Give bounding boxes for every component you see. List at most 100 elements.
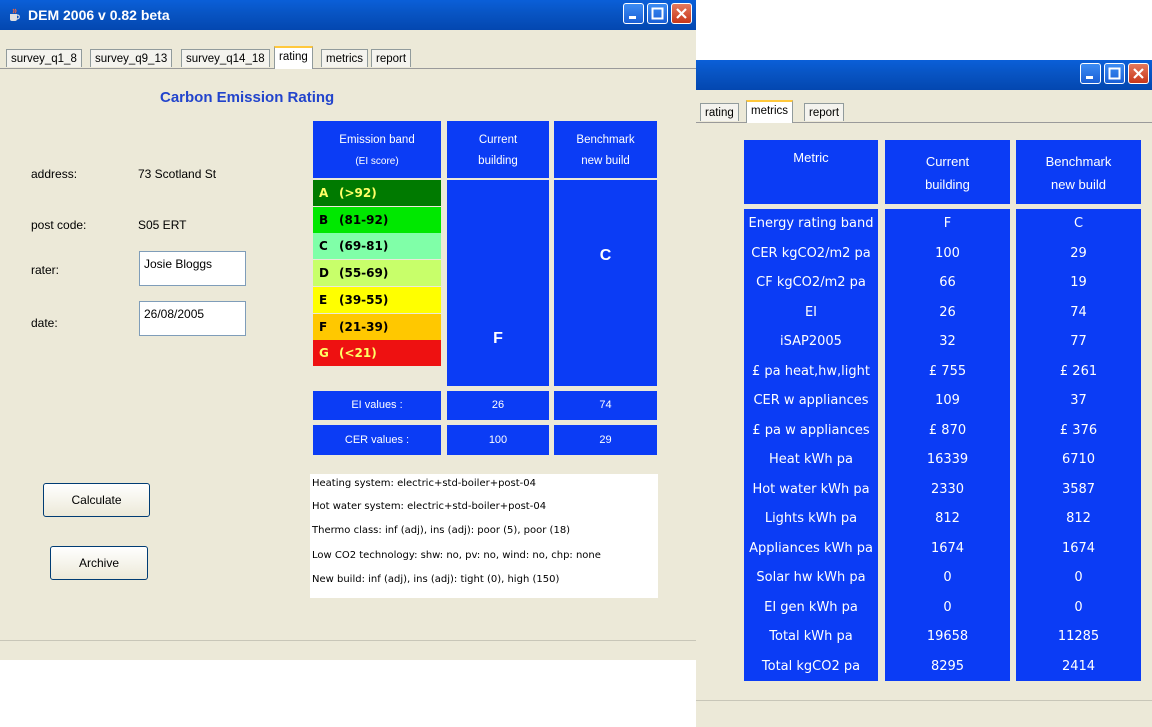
postcode-label: post code: xyxy=(31,218,87,232)
metrics-window-title-bar[interactable] xyxy=(696,60,1152,90)
current-header-line-1: Current xyxy=(478,134,518,146)
ei-values-label: EI values : xyxy=(313,391,441,420)
minimize-button[interactable] xyxy=(623,3,644,24)
current-header-line-2: building xyxy=(925,177,970,192)
rating-bottom-divider xyxy=(0,640,696,641)
calculate-button[interactable]: Calculate xyxy=(43,483,150,517)
metric-current-value: 2330 xyxy=(930,481,965,497)
current-building-header: Current building xyxy=(447,121,549,178)
current-rating-letter: F xyxy=(493,330,503,347)
band-range: (81-92) xyxy=(339,212,389,227)
metric-name: CER w appliances xyxy=(753,393,869,408)
hot-water-system-text: Hot water system: electric+std-boiler+po… xyxy=(312,501,547,512)
metric-header: Metric xyxy=(744,140,878,204)
metric-name: Total kgCO2 pa xyxy=(761,658,861,674)
tab-metrics[interactable]: metrics xyxy=(321,49,369,67)
rating-window-title-bar[interactable]: DEM 2006 v 0.82 beta xyxy=(0,0,696,30)
emission-band-header-line-2: (EI score) xyxy=(355,156,399,167)
metric-benchmark-value: 77 xyxy=(1070,334,1087,349)
band-letter: E xyxy=(319,292,328,307)
metric-name: Lights kWh pa xyxy=(764,511,858,526)
current-header-line-2: building xyxy=(478,155,518,167)
metric-benchmark-value: 1674 xyxy=(1061,540,1096,556)
metric-name: Energy rating band xyxy=(748,216,874,231)
metric-column-header: Metric xyxy=(793,150,829,165)
metric-benchmark-value: 0 xyxy=(1074,599,1083,615)
metric-name: EI gen kWh pa xyxy=(764,599,858,615)
benchmark-header: Benchmark new build xyxy=(1016,140,1141,204)
tab-rating[interactable]: rating xyxy=(700,103,739,121)
tab-survey-q1-8[interactable]: survey_q1_8 xyxy=(6,49,82,67)
tab-survey-q9-13[interactable]: survey_q9_13 xyxy=(90,49,173,67)
tab-survey-q14-18[interactable]: survey_q14_18 xyxy=(181,49,270,67)
emission-band-c: C (69-81) xyxy=(313,233,441,260)
address-value: 73 Scotland St xyxy=(138,167,217,181)
band-range: (<21) xyxy=(339,346,377,361)
metric-name: CER kgCO2/m2 pa xyxy=(751,245,871,261)
metric-benchmark-value: 37 xyxy=(1070,393,1087,408)
benchmark-header-line-1: Benchmark xyxy=(1045,154,1112,169)
metric-name: Heat kWh pa xyxy=(769,452,853,467)
metrics-window-tabs: rating metrics report xyxy=(696,100,1152,123)
page-title: Carbon Emission Rating xyxy=(160,89,335,106)
band-range: (21-39) xyxy=(339,319,389,334)
band-range: (69-81) xyxy=(339,239,389,254)
close-button[interactable] xyxy=(1128,63,1149,84)
metrics-bottom-divider xyxy=(696,700,1152,701)
metric-current-value: 109 xyxy=(935,393,960,408)
date-label: date: xyxy=(31,316,58,330)
rater-input[interactable]: Josie Bloggs xyxy=(139,251,246,286)
benchmark-header-line-1: Benchmark xyxy=(576,134,635,146)
minimize-button[interactable] xyxy=(1080,63,1101,84)
band-range: (55-69) xyxy=(339,266,389,281)
java-cup-icon xyxy=(10,8,20,21)
building-summary-panel: Heating system: electric+std-boiler+post… xyxy=(310,474,658,598)
benchmark-header: Benchmark new build xyxy=(554,121,657,178)
metric-current-value: 0 xyxy=(943,599,952,615)
rating-window-tabs: survey_q1_8 survey_q9_13 survey_q14_18 r… xyxy=(0,46,696,69)
metric-name: CF kgCO2/m2 pa xyxy=(756,275,866,290)
current-rating-cell: F xyxy=(447,180,549,386)
metric-name: Appliances kWh pa xyxy=(749,540,873,556)
metric-name: £ pa w appliances xyxy=(752,422,870,438)
benchmark-rating-letter: C xyxy=(599,247,612,264)
emission-band-header-line-1: Emission band xyxy=(339,134,415,146)
rating-window: DEM 2006 v 0.82 beta survey_q1_8 survey_… xyxy=(0,0,696,660)
metric-current-value: 32 xyxy=(939,334,956,349)
band-range: (>92) xyxy=(339,186,377,200)
maximize-button[interactable] xyxy=(1104,63,1125,84)
tab-rating[interactable]: rating xyxy=(274,46,313,69)
rater-label: rater: xyxy=(31,263,60,277)
metric-benchmark-value: 74 xyxy=(1070,304,1087,320)
tab-report[interactable]: report xyxy=(804,103,845,121)
metric-benchmark-value: 0 xyxy=(1074,570,1083,585)
metric-benchmark-value: 3587 xyxy=(1061,481,1096,497)
cer-values-label: CER values : xyxy=(313,425,441,455)
low-co2-tech-text: Low CO2 technology: shw: no, pv: no, win… xyxy=(312,550,601,561)
metric-current-value: £ 870 xyxy=(928,422,967,438)
address-label: address: xyxy=(31,167,78,181)
window-title: DEM 2006 v 0.82 beta xyxy=(28,7,170,23)
archive-button[interactable]: Archive xyxy=(50,546,148,580)
metric-benchmark-value: 812 xyxy=(1066,511,1091,526)
cer-current-value: 100 xyxy=(447,425,549,455)
maximize-button[interactable] xyxy=(647,3,668,24)
benchmark-rating-cell: C xyxy=(554,180,657,386)
emission-band-f: F (21-39) xyxy=(313,313,441,340)
metric-name: £ pa heat,hw,light xyxy=(751,363,870,379)
emission-band-header: Emission band (EI score) xyxy=(313,121,441,178)
metric-name: Solar hw kWh pa xyxy=(756,570,866,585)
metric-benchmark-value: 29 xyxy=(1070,245,1087,261)
emission-band-b: B (81-92) xyxy=(313,206,441,233)
date-input[interactable]: 26/08/2005 xyxy=(139,301,246,336)
benchmark-header-line-2: new build xyxy=(581,155,630,167)
metric-current-value: 19658 xyxy=(926,629,969,644)
current-header-line-1: Current xyxy=(925,154,970,169)
close-button[interactable] xyxy=(671,3,692,24)
ei-current-value: 26 xyxy=(447,391,549,420)
new-build-text: New build: inf (adj), ins (adj): tight (… xyxy=(312,574,560,585)
metric-current-value: £ 755 xyxy=(928,363,967,379)
tab-metrics[interactable]: metrics xyxy=(746,100,794,123)
postcode-value: S05 ERT xyxy=(138,218,187,232)
tab-report[interactable]: report xyxy=(371,49,412,67)
